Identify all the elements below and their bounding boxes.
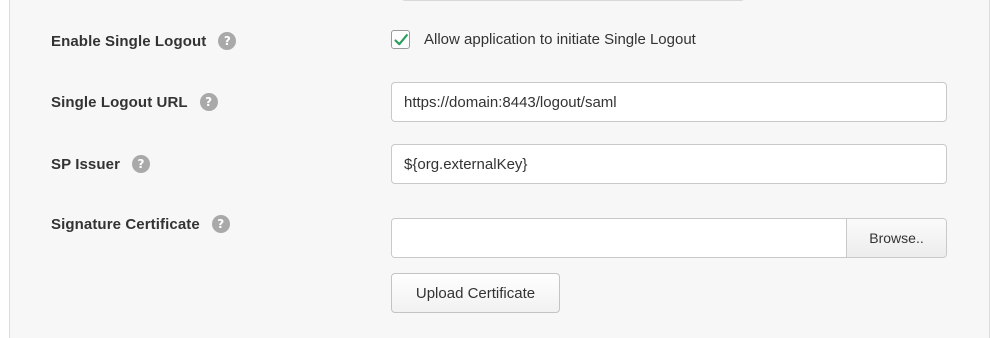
- help-icon[interactable]: ?: [132, 155, 151, 173]
- signature-certificate-label: Signature Certificate: [51, 215, 200, 233]
- allow-sp-initiated-logout-label: Allow application to initiate Single Log…: [424, 31, 696, 48]
- single-logout-url-label: Single Logout URL: [51, 93, 188, 111]
- sp-issuer-input[interactable]: [391, 144, 947, 184]
- single-logout-url-input[interactable]: [391, 82, 947, 122]
- browse-button[interactable]: Browse..: [846, 219, 946, 257]
- sp-issuer-label: SP Issuer: [51, 155, 121, 173]
- enable-single-logout-row: Enable Single Logout ?: [51, 32, 237, 50]
- previous-field-input[interactable]: [401, 0, 745, 1]
- signature-certificate-row: Signature Certificate ?: [51, 215, 230, 233]
- single-logout-url-row: Single Logout URL ?: [51, 93, 218, 111]
- help-icon[interactable]: ?: [199, 93, 218, 111]
- enable-single-logout-label: Enable Single Logout: [51, 32, 207, 50]
- upload-certificate-button[interactable]: Upload Certificate: [391, 273, 560, 313]
- help-icon[interactable]: ?: [211, 215, 230, 233]
- certificate-file-picker: Browse..: [391, 218, 947, 258]
- checkmark-icon: [394, 34, 408, 46]
- certificate-file-path-input[interactable]: [392, 219, 846, 257]
- allow-sp-initiated-logout-option[interactable]: Allow application to initiate Single Log…: [391, 30, 696, 49]
- allow-sp-initiated-logout-checkbox[interactable]: [391, 30, 410, 49]
- help-icon[interactable]: ?: [218, 32, 237, 50]
- sp-issuer-row: SP Issuer ?: [51, 155, 151, 173]
